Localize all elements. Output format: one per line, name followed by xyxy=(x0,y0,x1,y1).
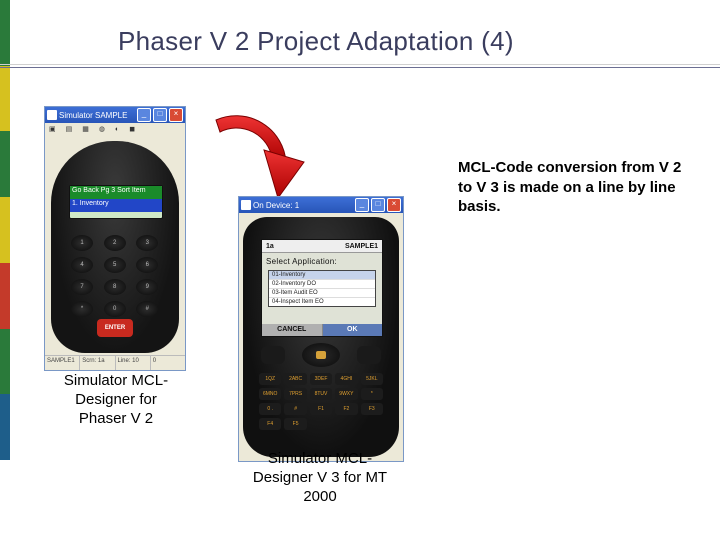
caption-sim-v3: Simulator MCL-Designer V 3 for MT 2000 xyxy=(240,450,400,506)
window-title: On Device: 1 xyxy=(253,201,353,210)
status-bar: SAMPLE1 Scrn: 1a Line: 10 0 xyxy=(45,355,185,370)
screen-id: 1a xyxy=(266,243,274,250)
simulator-v2-window: Simulator SAMPLE _ □ × ▣ ▤ ▦ ◍ ◐ ◼ Go Ba… xyxy=(44,106,186,371)
key[interactable]: 3DEF xyxy=(310,373,332,385)
status-cell: 0 xyxy=(151,356,185,370)
minimize-button[interactable]: _ xyxy=(137,108,151,122)
key[interactable]: F1 xyxy=(310,403,332,415)
key[interactable]: 1 xyxy=(71,235,93,251)
titlebar: On Device: 1 _ □ × xyxy=(239,197,403,213)
key[interactable]: 8TUV xyxy=(310,388,332,400)
key[interactable]: 2 xyxy=(104,235,126,251)
device-screen: Go Back Pg 3 Sort Item 1. Inventory xyxy=(69,185,163,219)
application-list: 01-Inventory 02-Inventory DO 03-Item Aud… xyxy=(268,270,376,307)
key[interactable]: 7PRS xyxy=(284,388,306,400)
phaser-v2-device: Go Back Pg 3 Sort Item 1. Inventory 1 2 … xyxy=(51,141,179,353)
page-title: Phaser V 2 Project Adaptation (4) xyxy=(118,26,514,57)
toolbar-icon[interactable]: ◼ xyxy=(129,125,135,133)
toolbar-icon[interactable]: ▣ xyxy=(49,125,56,133)
maximize-button[interactable]: □ xyxy=(371,198,385,212)
key[interactable]: * xyxy=(71,301,93,317)
left-softbutton[interactable] xyxy=(261,346,285,364)
color-sidebar xyxy=(0,0,10,460)
key[interactable]: # xyxy=(136,301,158,317)
softkey-bar: CANCEL OK xyxy=(262,324,382,336)
key[interactable]: * xyxy=(361,388,383,400)
key[interactable]: 0 . xyxy=(259,403,281,415)
keypad: 1 2 3 4 5 6 7 8 9 * 0 # xyxy=(71,235,159,317)
key[interactable]: 9 xyxy=(136,279,158,295)
screen-line: 1. Inventory xyxy=(70,199,162,212)
status-cell: SAMPLE1 xyxy=(45,356,80,370)
toolbar-icon[interactable]: ▤ xyxy=(66,125,73,133)
mt2000-device: 1a SAMPLE1 Select Application: 01-Invent… xyxy=(243,217,399,457)
minimize-button[interactable]: _ xyxy=(355,198,369,212)
key[interactable]: 6MNO xyxy=(259,388,281,400)
toolbar: ▣ ▤ ▦ ◍ ◐ ◼ xyxy=(45,123,185,135)
key[interactable]: 2ABC xyxy=(284,373,306,385)
toolbar-icon[interactable]: ◍ xyxy=(99,125,105,133)
softkey-cancel[interactable]: CANCEL xyxy=(262,324,323,336)
key[interactable]: F4 xyxy=(259,418,281,430)
list-item[interactable]: 03-Item Audit EO xyxy=(269,289,375,298)
enter-key[interactable]: ENTER xyxy=(97,319,133,337)
key[interactable]: 7 xyxy=(71,279,93,295)
caption-sim-v2: Simulator MCL-Designer for Phaser V 2 xyxy=(56,372,176,428)
status-cell: Scrn: 1a xyxy=(80,356,115,370)
screen-prompt: Select Application: xyxy=(262,253,382,268)
key[interactable]: 5 xyxy=(104,257,126,273)
app-name: SAMPLE1 xyxy=(345,243,378,250)
titlebar: Simulator SAMPLE _ □ × xyxy=(45,107,185,123)
simulator-v3-window: On Device: 1 _ □ × 1a SAMPLE1 Select App… xyxy=(238,196,404,462)
key[interactable]: 8 xyxy=(104,279,126,295)
screen-line: Go Back Pg 3 Sort Item xyxy=(70,186,162,199)
toolbar-icon[interactable]: ▦ xyxy=(82,125,89,133)
app-icon xyxy=(241,200,251,210)
close-button[interactable]: × xyxy=(169,108,183,122)
dpad[interactable] xyxy=(302,343,340,367)
key[interactable]: 0 xyxy=(104,301,126,317)
softkey-ok[interactable]: OK xyxy=(323,324,383,336)
key[interactable]: # xyxy=(284,403,306,415)
close-button[interactable]: × xyxy=(387,198,401,212)
list-item[interactable]: 02-Inventory DO xyxy=(269,280,375,289)
device-screen: 1a SAMPLE1 Select Application: 01-Invent… xyxy=(261,239,383,337)
key[interactable]: 5JKL xyxy=(361,373,383,385)
keypad: 1QZ 2ABC 3DEF 4GHI 5JKL 6MNO 7PRS 8TUV 9… xyxy=(259,373,383,430)
nav-row xyxy=(261,343,381,367)
key[interactable]: F3 xyxy=(361,403,383,415)
app-icon xyxy=(47,110,57,120)
list-item[interactable]: 04-Inspect Item EO xyxy=(269,298,375,306)
key[interactable]: 4GHI xyxy=(335,373,357,385)
key[interactable]: F2 xyxy=(335,403,357,415)
maximize-button[interactable]: □ xyxy=(153,108,167,122)
key[interactable]: 6 xyxy=(136,257,158,273)
key[interactable]: 9WXY xyxy=(335,388,357,400)
right-softbutton[interactable] xyxy=(357,346,381,364)
screen-header-bar: 1a SAMPLE1 xyxy=(262,240,382,253)
key[interactable]: 3 xyxy=(136,235,158,251)
key[interactable]: F5 xyxy=(284,418,306,430)
list-item[interactable]: 01-Inventory xyxy=(269,271,375,280)
status-cell: Line: 10 xyxy=(116,356,151,370)
key[interactable]: 4 xyxy=(71,257,93,273)
key[interactable]: 1QZ xyxy=(259,373,281,385)
conversion-arrow-icon xyxy=(186,100,306,210)
toolbar-icon[interactable]: ◐ xyxy=(115,126,119,133)
description-text: MCL-Code conversion from V 2 to V 3 is m… xyxy=(458,158,690,217)
window-title: Simulator SAMPLE xyxy=(59,111,135,120)
